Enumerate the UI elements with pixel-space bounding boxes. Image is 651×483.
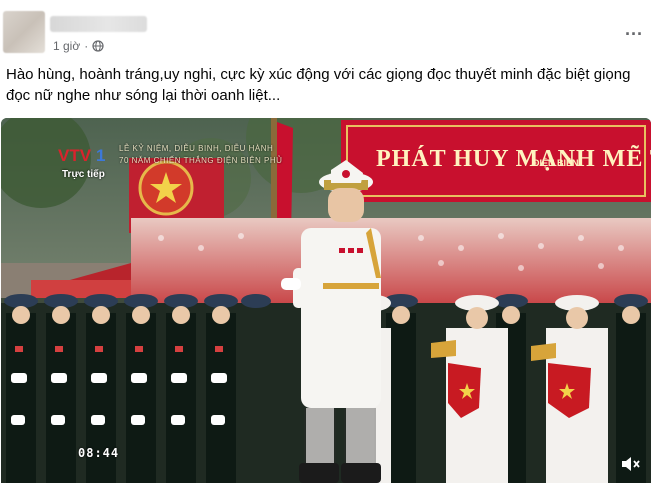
more-options-button[interactable]: ··· — [622, 24, 646, 44]
globe-icon[interactable] — [92, 40, 104, 52]
svg-text:VTV: VTV — [58, 146, 92, 165]
video-player[interactable]: VTV 1 Trực tiếp LỄ KỶ NIỆM, DIỄU BINH, D… — [1, 118, 651, 483]
post-time[interactable]: 1 giờ — [53, 39, 80, 53]
ticker-line-1: LỄ KỶ NIỆM, DIỄU BINH, DIỄU HÀNH — [119, 144, 274, 153]
more-options-icon: ··· — [625, 24, 643, 44]
live-label: Trực tiếp — [62, 169, 105, 180]
svg-text:1: 1 — [96, 146, 105, 165]
vtv1-logo: VTV 1 — [58, 146, 105, 165]
mute-icon[interactable] — [620, 455, 640, 473]
banner-text: PHÁT HUY MẠNH MẼ TINH — [376, 146, 651, 172]
banner-subtext: ĐIỆN BIÊN — [533, 158, 579, 168]
post-caption: Hào hùng, hoành tráng,uy nghi, cực kỳ xú… — [6, 66, 631, 104]
ticker-line-2: 70 NĂM CHIẾN THẮNG ĐIỆN BIÊN PHỦ — [119, 156, 283, 165]
author-name[interactable] — [50, 16, 147, 32]
feed-post: 1 giờ · ··· Hào hùng, hoành tráng,uy ngh… — [0, 0, 651, 483]
author-avatar[interactable] — [3, 11, 45, 53]
video-timestamp: 08:44 — [78, 446, 120, 460]
post-meta: 1 giờ · — [53, 39, 104, 53]
